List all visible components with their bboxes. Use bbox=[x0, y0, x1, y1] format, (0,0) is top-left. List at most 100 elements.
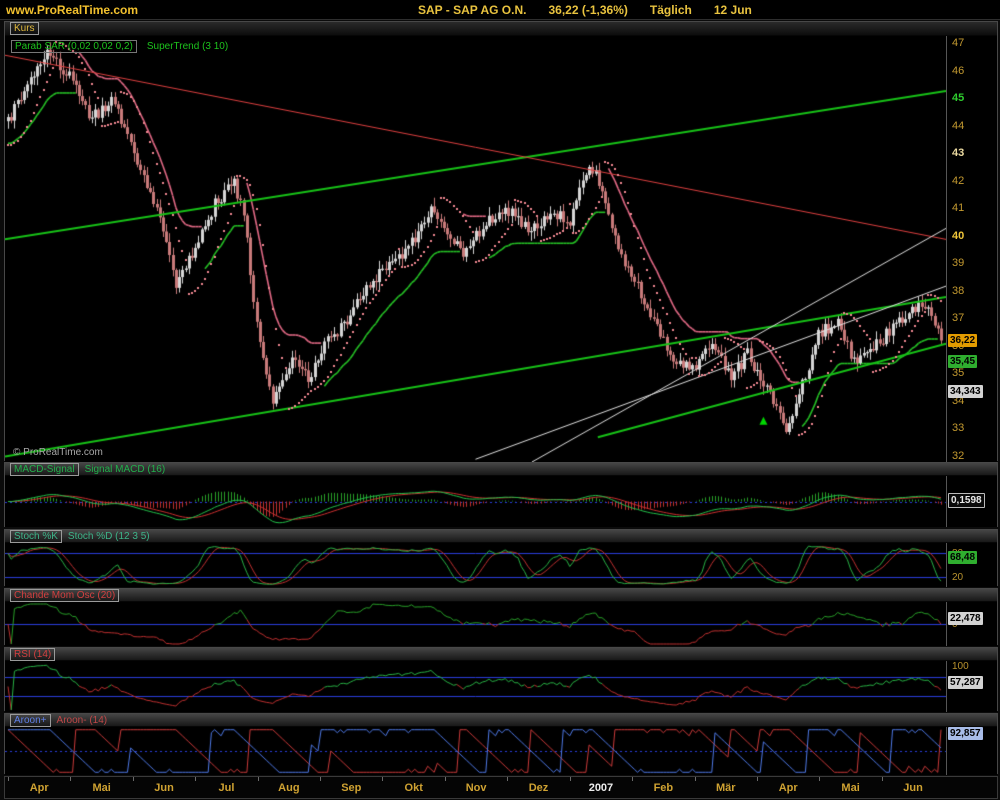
stochastic-title-rest: Stoch %D (12 3 5) bbox=[68, 531, 150, 542]
time-axis-month: Feb bbox=[654, 782, 674, 794]
price-value-box: 35,45 bbox=[948, 355, 977, 368]
stochastic-scale: 802068,48 bbox=[946, 543, 997, 587]
price-axis-tick: 39 bbox=[952, 258, 964, 269]
instrument-name: SAP - SAP AG O.N. bbox=[418, 3, 526, 17]
macd-panel: MACD-Signal Signal MACD (16) 0,1598 bbox=[4, 462, 998, 527]
indicator-value-box: 0,1598 bbox=[948, 493, 985, 508]
indicator-axis-label: 100 bbox=[952, 661, 969, 672]
time-axis-month: Apr bbox=[30, 782, 49, 794]
time-axis-month: Jun bbox=[903, 782, 923, 794]
chande-chart-area bbox=[5, 602, 946, 646]
indicator-value-box: 22,478 bbox=[948, 612, 983, 625]
indicator-value-box: 57,287 bbox=[948, 676, 983, 689]
site-link[interactable]: www.ProRealTime.com bbox=[6, 3, 138, 17]
time-axis-month: 2007 bbox=[589, 782, 613, 794]
time-axis-tick bbox=[320, 777, 321, 781]
price-axis-tick: 47 bbox=[952, 38, 964, 49]
time-axis-tick bbox=[8, 777, 9, 781]
chande-titlebar: Chande Mom Osc (20) bbox=[5, 589, 997, 602]
chande-canvas[interactable] bbox=[5, 602, 946, 646]
price-chart-area: Parab SAR (0,02 0,02 0,2) SuperTrend (3 … bbox=[5, 36, 946, 462]
time-axis-tick bbox=[632, 777, 633, 781]
time-axis-tick bbox=[570, 777, 571, 781]
price-value-box: 34,343 bbox=[948, 385, 983, 398]
time-axis-tick bbox=[757, 777, 758, 781]
time-axis-month: Nov bbox=[466, 782, 487, 794]
aroon-chart-area bbox=[5, 727, 946, 775]
price-axis-tick: 40 bbox=[952, 231, 964, 242]
time-axis-tick bbox=[819, 777, 820, 781]
rsi-panel: RSI (14) 100 57,287 bbox=[4, 647, 998, 711]
macd-title-chip[interactable]: MACD-Signal bbox=[10, 463, 79, 476]
price-axis-tick: 32 bbox=[952, 451, 964, 462]
parab-sar-label[interactable]: Parab SAR (0,02 0,02 0,2) bbox=[11, 40, 137, 53]
time-axis-month: Okt bbox=[405, 782, 423, 794]
price-axis-tick: 45 bbox=[952, 93, 964, 104]
price-axis-tick: 46 bbox=[952, 66, 964, 77]
overlay-labels: Parab SAR (0,02 0,02 0,2) SuperTrend (3 … bbox=[11, 40, 228, 53]
stochastic-canvas[interactable] bbox=[5, 543, 946, 587]
time-axis-month: Mär bbox=[716, 782, 736, 794]
last-price-and-change: 36,22 (-1,36%) bbox=[548, 3, 627, 17]
price-panel-titlebar: Kurs bbox=[5, 22, 997, 36]
stochastic-panel: Stoch %K Stoch %D (12 3 5) 802068,48 bbox=[4, 529, 998, 586]
time-axis-tick bbox=[507, 777, 508, 781]
indicator-axis-label: 20 bbox=[952, 572, 963, 583]
price-axis-tick: 33 bbox=[952, 423, 964, 434]
macd-titlebar: MACD-Signal Signal MACD (16) bbox=[5, 463, 997, 476]
app-header: www.ProRealTime.com SAP - SAP AG O.N. 36… bbox=[0, 0, 1000, 20]
aroon-canvas[interactable] bbox=[5, 727, 946, 775]
watermark: © ProRealTime.com bbox=[13, 447, 103, 458]
date-label: 12 Jun bbox=[714, 3, 752, 17]
price-axis-tick: 43 bbox=[952, 148, 964, 159]
last-price: 36,22 bbox=[548, 3, 578, 17]
chande-title-chip[interactable]: Chande Mom Osc (20) bbox=[10, 589, 119, 602]
time-axis-tick bbox=[195, 777, 196, 781]
chande-scale: 022,478 bbox=[946, 602, 997, 646]
price-axis-tick: 41 bbox=[952, 203, 964, 214]
time-axis: AprMaiJunJulAugSepOktNovDez2007FebMärApr… bbox=[4, 776, 998, 799]
indicator-value-box: 68,48 bbox=[948, 551, 977, 564]
time-axis-tick bbox=[382, 777, 383, 781]
time-axis-tick bbox=[445, 777, 446, 781]
aroon-scale: 92,857 bbox=[946, 727, 997, 775]
stochastic-titlebar: Stoch %K Stoch %D (12 3 5) bbox=[5, 530, 997, 543]
macd-canvas[interactable] bbox=[5, 476, 946, 527]
prorealtime-app: www.ProRealTime.com SAP - SAP AG O.N. 36… bbox=[0, 0, 1000, 800]
macd-chart-area bbox=[5, 476, 946, 527]
aroon-title-rest: Aroon- (14) bbox=[57, 715, 108, 726]
time-axis-month: Jul bbox=[219, 782, 235, 794]
time-axis-tick bbox=[882, 777, 883, 781]
rsi-canvas[interactable] bbox=[5, 661, 946, 712]
price-chart-canvas[interactable] bbox=[5, 36, 946, 462]
indicator-value-box: 92,857 bbox=[948, 727, 983, 740]
time-axis-month: Jun bbox=[154, 782, 174, 794]
time-axis-month: Mai bbox=[841, 782, 859, 794]
time-axis-month: Apr bbox=[779, 782, 798, 794]
time-axis-tick bbox=[695, 777, 696, 781]
chande-panel: Chande Mom Osc (20) 022,478 bbox=[4, 588, 998, 645]
price-value-box: 36,22 bbox=[948, 334, 977, 347]
macd-title-rest: Signal MACD (16) bbox=[85, 464, 166, 475]
aroon-title-chip[interactable]: Aroon+ bbox=[10, 714, 51, 727]
price-axis-tick: 44 bbox=[952, 121, 964, 132]
price-axis-scale: 4746454443424140393837363534333236,2235,… bbox=[946, 36, 997, 462]
price-axis-tick: 35 bbox=[952, 368, 964, 379]
supertrend-label[interactable]: SuperTrend (3 10) bbox=[147, 41, 228, 52]
price-axis-tick: 38 bbox=[952, 286, 964, 297]
time-axis-month: Dez bbox=[529, 782, 549, 794]
macd-scale: 0,1598 bbox=[946, 476, 997, 527]
rsi-title-chip[interactable]: RSI (14) bbox=[10, 648, 55, 661]
price-change: (-1,36%) bbox=[582, 3, 628, 17]
price-axis-tick: 37 bbox=[952, 313, 964, 324]
instrument-info: SAP - SAP AG O.N. 36,22 (-1,36%) Täglich… bbox=[418, 3, 752, 17]
stochastic-title-chip[interactable]: Stoch %K bbox=[10, 530, 62, 543]
aroon-titlebar: Aroon+ Aroon- (14) bbox=[5, 714, 997, 727]
price-panel: Kurs Parab SAR (0,02 0,02 0,2) SuperTren… bbox=[4, 21, 998, 461]
rsi-titlebar: RSI (14) bbox=[5, 648, 997, 661]
time-axis-tick bbox=[70, 777, 71, 781]
time-axis-tick bbox=[258, 777, 259, 781]
aroon-panel: Aroon+ Aroon- (14) 92,857 bbox=[4, 713, 998, 774]
kurs-chip[interactable]: Kurs bbox=[10, 22, 39, 35]
time-axis-month: Aug bbox=[278, 782, 299, 794]
